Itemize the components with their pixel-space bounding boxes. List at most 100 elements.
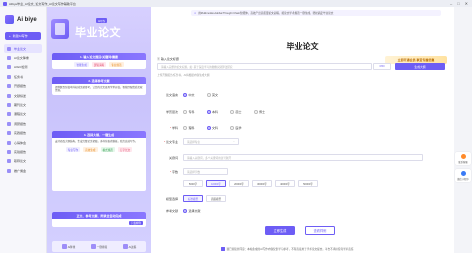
notice-icon: ✦ [194, 11, 197, 15]
rewrite-icon [7, 56, 11, 61]
agreement-checkbox[interactable] [221, 247, 225, 251]
close-button[interactable]: ✕ [465, 1, 468, 6]
survey-icon [7, 121, 11, 126]
maximize-button[interactable]: □ [457, 1, 459, 6]
subject-label: * 学科 [151, 126, 183, 130]
radio-doctor[interactable]: 博士 [253, 110, 266, 114]
download-sample-button[interactable]: 下载样例 [128, 221, 143, 226]
book-icon [7, 93, 11, 98]
radio-chinese[interactable]: 中文 [183, 93, 195, 97]
headset-icon [460, 153, 466, 159]
sidebar-item-proposal[interactable]: 开题报告 [4, 82, 42, 91]
radio-arts[interactable]: 文科 [206, 126, 219, 130]
radio-label: 选择文献 [188, 209, 201, 213]
keyword-input[interactable]: 请输入关键词，多个关键词用逗号隔开 [183, 154, 423, 161]
model-option[interactable]: 标准模型 [183, 195, 203, 202]
generate-outline-button[interactable]: 生成大纲 [395, 63, 445, 70]
sidebar-item-practice[interactable]: 实践报告 [4, 129, 42, 138]
radio-dot [206, 126, 211, 130]
journal-icon [7, 103, 11, 108]
view-sample-button[interactable]: 查看样例 [305, 226, 335, 235]
intro-title: 毕业论文 [75, 27, 121, 39]
tool-format[interactable]: 一键排版 [90, 244, 107, 249]
thesis-book-icon [51, 19, 69, 39]
language-label: 论文语言 [165, 93, 178, 97]
chevron-down-icon: ⌄ [232, 140, 235, 143]
major-row: * 论文专业 请选择专业 ⌄ [151, 138, 454, 145]
tool-dedupe[interactable]: AI降重 [61, 244, 75, 249]
sidebar-item-thesis[interactable]: 毕业论文 [4, 44, 42, 54]
radio-label: 硕士 [235, 110, 242, 114]
wordcount-option[interactable]: 10000字 [206, 180, 226, 187]
tools-card: AI降重 一键排版 AI改稿 [52, 241, 146, 252]
sidebar-item-experiment[interactable]: 实验报告 [4, 147, 42, 156]
wordcount-option[interactable]: 50000字 [298, 180, 318, 187]
sidebar-item-journal[interactable]: 期刊论文 [4, 100, 42, 109]
step-4-body: 下载样例 [52, 219, 146, 227]
window-titlebar: Aibiye毕业_AI论文_论文写作_AI论文写作辅助平台 – □ ✕ [0, 0, 472, 7]
radio-dot [230, 126, 235, 130]
sidebar-item-label: 文献综述 [14, 93, 27, 98]
submit-button[interactable]: 立即生成 [265, 226, 295, 235]
sidebar-item-commission[interactable]: 推广佣金 [4, 166, 42, 175]
wordcount-option[interactable]: 20000字 [229, 180, 249, 187]
radio-dot [230, 110, 235, 114]
floating-toolbar: 联系客服 微信小程序 [454, 7, 472, 253]
radio-science[interactable]: 理科 [183, 126, 195, 130]
sidebar-item-assignment[interactable]: 任务书 [4, 72, 42, 81]
chip: 高效生成 [83, 147, 98, 153]
sidebar-item-title-paper[interactable]: 职称论文 [4, 157, 42, 166]
subject-row: * 学科 理科 文科 医学 [151, 126, 454, 130]
radio-medicine[interactable]: 医学 [230, 126, 242, 130]
step-3-text: 支持修改大纲结构，生成完整论文初稿，多样化格式模板，助力高效写作。 [55, 140, 138, 143]
sidebar-item-survey[interactable]: 调研报告 [4, 119, 42, 128]
notice-text: 用Multimodal+Global Thought Chain智能体，高效产出… [198, 12, 334, 15]
wordcount-option[interactable]: 40000字 [275, 180, 295, 187]
sidebar-item-reflection[interactable]: 心得体会 [4, 138, 42, 147]
title-char-count: 0/50 [373, 63, 391, 70]
mini-program-button[interactable]: 微信小程序 [455, 169, 471, 182]
radio-dot [253, 110, 258, 114]
major-select[interactable]: 请选择专业 ⌄ [183, 138, 239, 145]
radio-label: 医学 [235, 126, 242, 130]
radio-label: 文科 [212, 126, 219, 130]
upload-hint: 上传开题报告/任务书，AI将根据内容生成大纲 [157, 74, 210, 77]
radio-junior[interactable]: 专科 [183, 110, 195, 114]
sidebar-item-label: AI论文降重 [14, 56, 29, 61]
sidebar-item-review[interactable]: 文献综述 [4, 91, 42, 100]
clipboard-icon [7, 74, 11, 79]
radio-dot [183, 93, 187, 97]
new-writing-button[interactable]: + 新建AI写作 [5, 32, 41, 40]
radio-dot [206, 110, 211, 114]
minimize-button[interactable]: – [450, 1, 452, 6]
wordcount-option[interactable]: 30000字 [252, 180, 272, 187]
radio-label: 博士 [259, 110, 266, 114]
intro-panel: AI写作 毕业论文 1. 输入论文题目/关键词/摘要 智能生成 逻辑清晰 专业规… [47, 7, 151, 253]
course-icon [7, 112, 11, 117]
sidebar-item-label: 课程论文 [14, 112, 27, 117]
radio-master[interactable]: 硕士 [230, 110, 242, 114]
title-input[interactable]: 请输入完整的论文标题，如: 基于深度学习的图像识别算法研究 [157, 63, 372, 70]
sidebar-item-dedupe[interactable]: AI论文降重 [4, 53, 42, 62]
sidebar-item-label: 开题报告 [14, 84, 27, 89]
sidebar-item-course[interactable]: 课程论文 [4, 110, 42, 119]
radio-label: 理科 [188, 126, 195, 130]
radio-english[interactable]: 英文 [206, 93, 218, 97]
customer-service-button[interactable]: 联系客服 [455, 152, 471, 165]
sidebar-item-label: 职称论文 [14, 159, 27, 164]
wordcount-option[interactable]: 5000字 [183, 180, 203, 187]
model-option[interactable]: 高级模型 [206, 195, 226, 202]
tool-revise[interactable]: AI改稿 [122, 244, 136, 249]
new-writing-label: 新建AI写作 [12, 34, 28, 38]
intro-header: AI写作 毕业论文 [47, 7, 151, 49]
brand-name: Ai biye [17, 16, 37, 23]
degree-label: 学历层次 [165, 110, 178, 114]
model-label: 模型选择 [165, 196, 178, 201]
chip: 专业规范 [109, 62, 124, 67]
radio-bachelor[interactable]: 本科 [206, 110, 218, 114]
report-icon [7, 84, 11, 89]
step-3-header: 3. 选择大纲，一键生成 [52, 131, 146, 138]
radio-select-reference[interactable]: 选择文献 [183, 209, 201, 213]
sidebar-item-aigc[interactable]: AIGC检测 [4, 63, 42, 72]
wordcount-input[interactable]: 请选择字数 [183, 168, 228, 175]
